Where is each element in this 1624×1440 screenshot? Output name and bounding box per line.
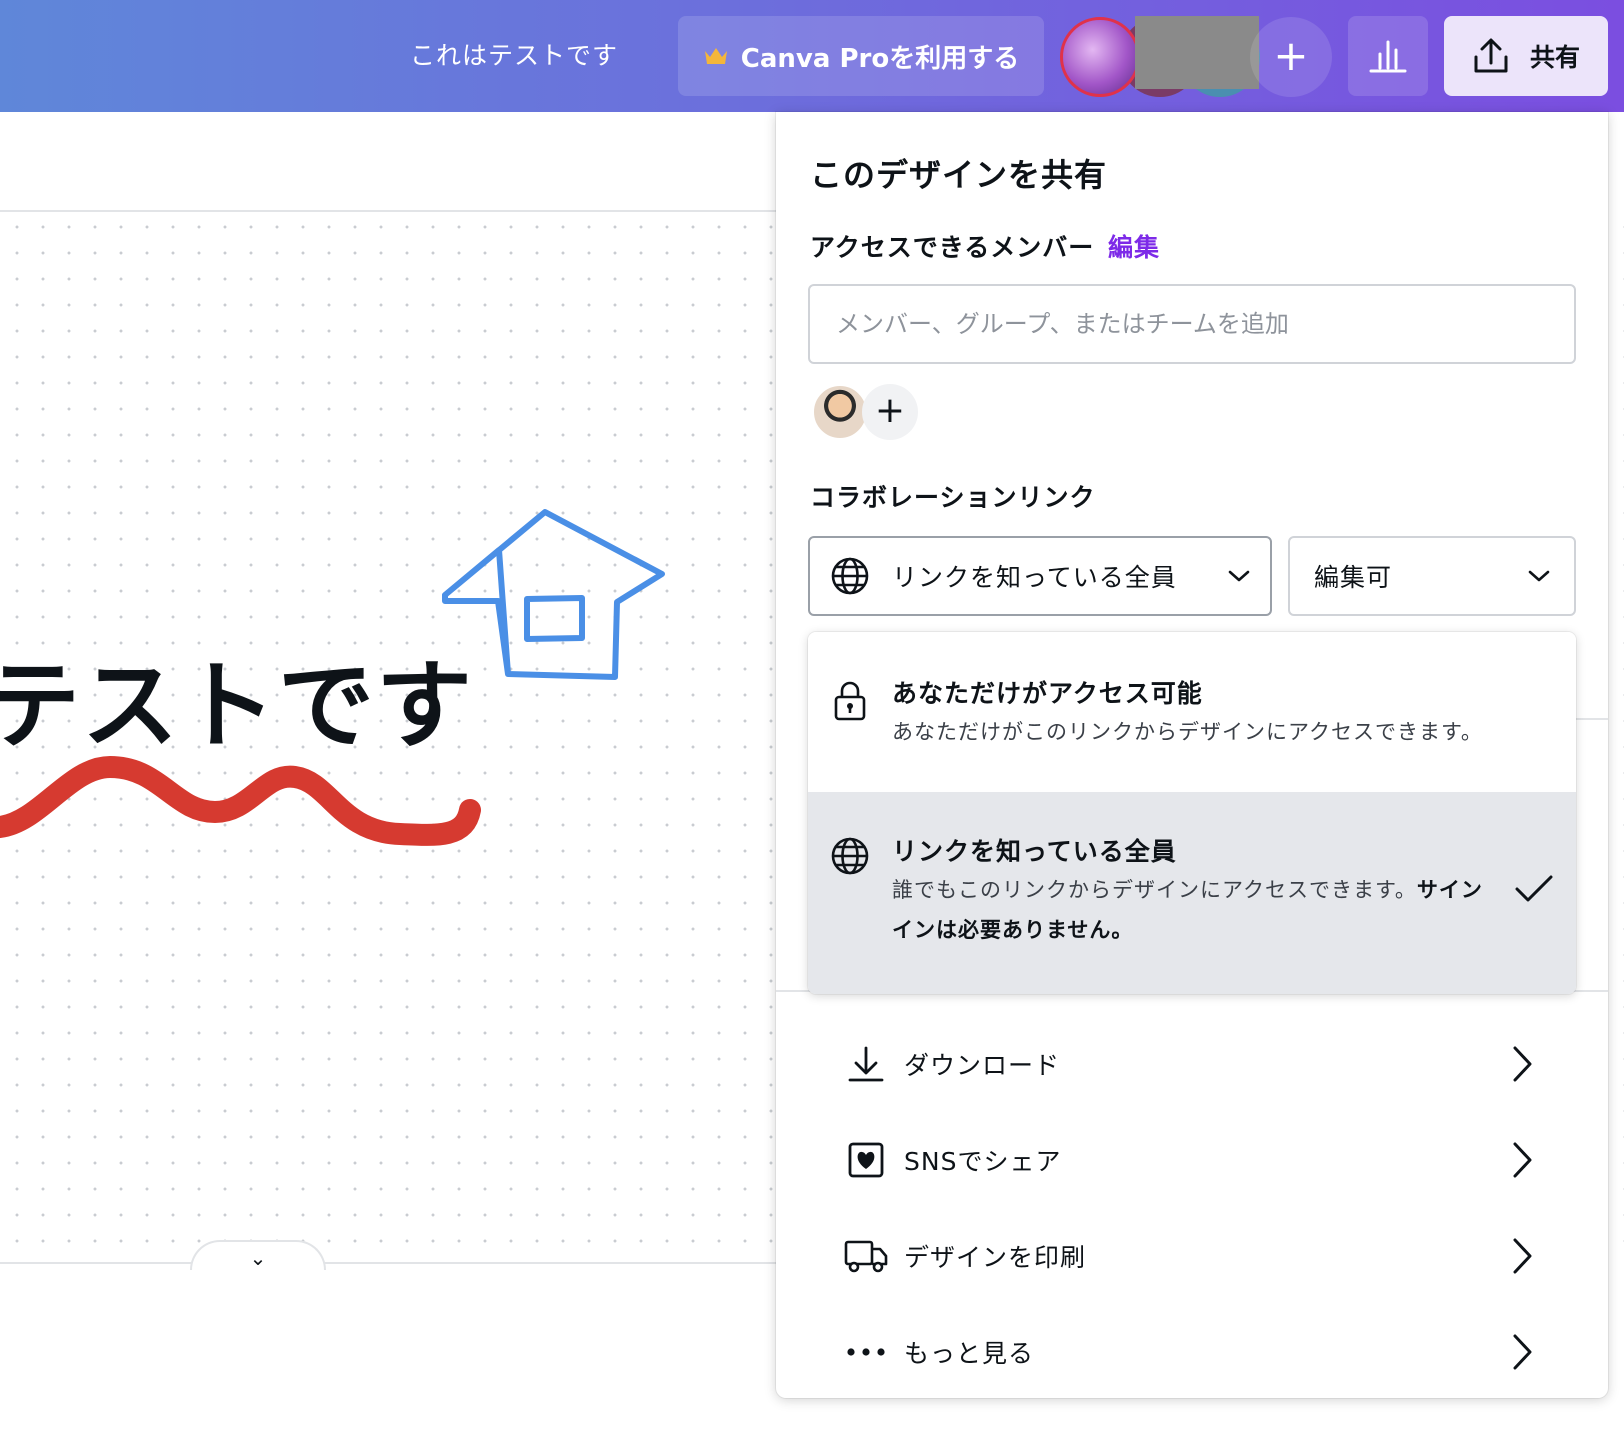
link-permission-select[interactable]: 編集可 — [1288, 536, 1576, 616]
editor-topbar: これはテストです Canva Proを利用する + 共有 — [0, 0, 1624, 112]
canva-pro-label: Canva Proを利用する — [740, 43, 1020, 74]
panel-divider — [1576, 718, 1608, 720]
heart-frame-icon — [844, 1138, 888, 1182]
freehand-drawing[interactable] — [0, 212, 780, 912]
plus-icon: + — [1273, 31, 1309, 80]
canvas-text-element[interactable]: テストです — [0, 628, 474, 767]
sns-share-row[interactable]: SNSでシェア — [776, 1112, 1608, 1208]
access-option-description-text: 誰でもこのリンクからデザインにアクセスできます。 — [892, 878, 1417, 902]
access-option-only-you[interactable]: あなただけがアクセス可能 あなただけがこのリンクからデザインにアクセスできます。 — [808, 632, 1576, 792]
share-panel: このデザインを共有 アクセスできるメンバー 編集 + コラボレーションリンク リ… — [776, 112, 1608, 1398]
access-option-description: あなただけがこのリンクからデザインにアクセスできます。 — [892, 720, 1483, 744]
crown-icon — [704, 48, 727, 64]
globe-icon — [831, 837, 869, 875]
chevron-right-icon — [1513, 1238, 1532, 1274]
lock-icon — [834, 681, 866, 721]
collaboration-link-label: コラボレーションリンク — [810, 483, 1096, 512]
print-design-row[interactable]: デザインを印刷 — [776, 1208, 1608, 1304]
link-permission-value: 編集可 — [1314, 563, 1393, 592]
globe-icon — [831, 557, 869, 595]
download-label: ダウンロード — [904, 1051, 1061, 1080]
share-panel-title: このデザインを共有 — [810, 156, 1108, 194]
add-member-button[interactable]: + — [862, 384, 918, 440]
chevron-down-icon: ⌄ — [249, 1246, 267, 1270]
see-more-row[interactable]: もっと見る — [776, 1304, 1608, 1400]
access-option-title: リンクを知っている全員 — [892, 837, 1177, 866]
user-avatar[interactable] — [1060, 17, 1140, 97]
design-canvas-edge — [1608, 212, 1624, 1262]
member-avatar[interactable] — [812, 384, 868, 440]
insights-button[interactable] — [1348, 16, 1428, 96]
redacted-block — [1135, 16, 1259, 89]
access-option-anyone-with-link[interactable]: リンクを知っている全員 誰でもこのリンクからデザインにアクセスできます。サインイ… — [808, 792, 1576, 994]
more-dots-icon — [844, 1330, 888, 1374]
print-design-label: デザインを印刷 — [904, 1243, 1087, 1272]
members-edit-link[interactable]: 編集 — [1108, 228, 1160, 264]
canvas-footer-divider — [0, 1262, 780, 1264]
share-button[interactable]: 共有 — [1444, 16, 1608, 96]
chevron-down-icon — [1528, 570, 1550, 582]
download-row[interactable]: ダウンロード — [776, 1016, 1608, 1112]
add-member-input[interactable] — [808, 284, 1576, 364]
collapse-pages-button[interactable]: ⌄ — [190, 1240, 326, 1270]
plus-icon: + — [874, 390, 906, 431]
share-button-label: 共有 — [1529, 43, 1580, 72]
canva-pro-button[interactable]: Canva Proを利用する — [678, 16, 1044, 96]
link-access-select[interactable]: リンクを知っている全員 — [808, 536, 1272, 616]
window-drawing — [524, 595, 585, 642]
link-access-dropdown: あなただけがアクセス可能 あなただけがこのリンクからデザインにアクセスできます。… — [808, 632, 1576, 994]
upload-icon — [1474, 38, 1508, 73]
chevron-down-icon — [1228, 570, 1250, 582]
chevron-right-icon — [1513, 1046, 1532, 1082]
checkmark-icon — [1515, 875, 1553, 902]
bar-chart-icon — [1369, 40, 1407, 73]
document-title[interactable]: これはテストです — [410, 36, 618, 76]
chevron-right-icon — [1513, 1334, 1532, 1370]
sns-share-label: SNSでシェア — [904, 1147, 1062, 1176]
chevron-right-icon — [1513, 1142, 1532, 1178]
download-icon — [844, 1042, 888, 1086]
house-drawing — [442, 509, 665, 680]
access-option-title: あなただけがアクセス可能 — [892, 679, 1203, 708]
see-more-label: もっと見る — [904, 1339, 1035, 1368]
truck-icon — [844, 1234, 888, 1278]
members-label: アクセスできるメンバー — [810, 233, 1095, 262]
access-option-description: 誰でもこのリンクからデザインにアクセスできます。サインインは必要ありません。 — [892, 870, 1492, 950]
link-access-value: リンクを知っている全員 — [892, 563, 1177, 592]
wave-drawing — [0, 755, 481, 846]
add-collaborator-button[interactable]: + — [1250, 17, 1332, 97]
